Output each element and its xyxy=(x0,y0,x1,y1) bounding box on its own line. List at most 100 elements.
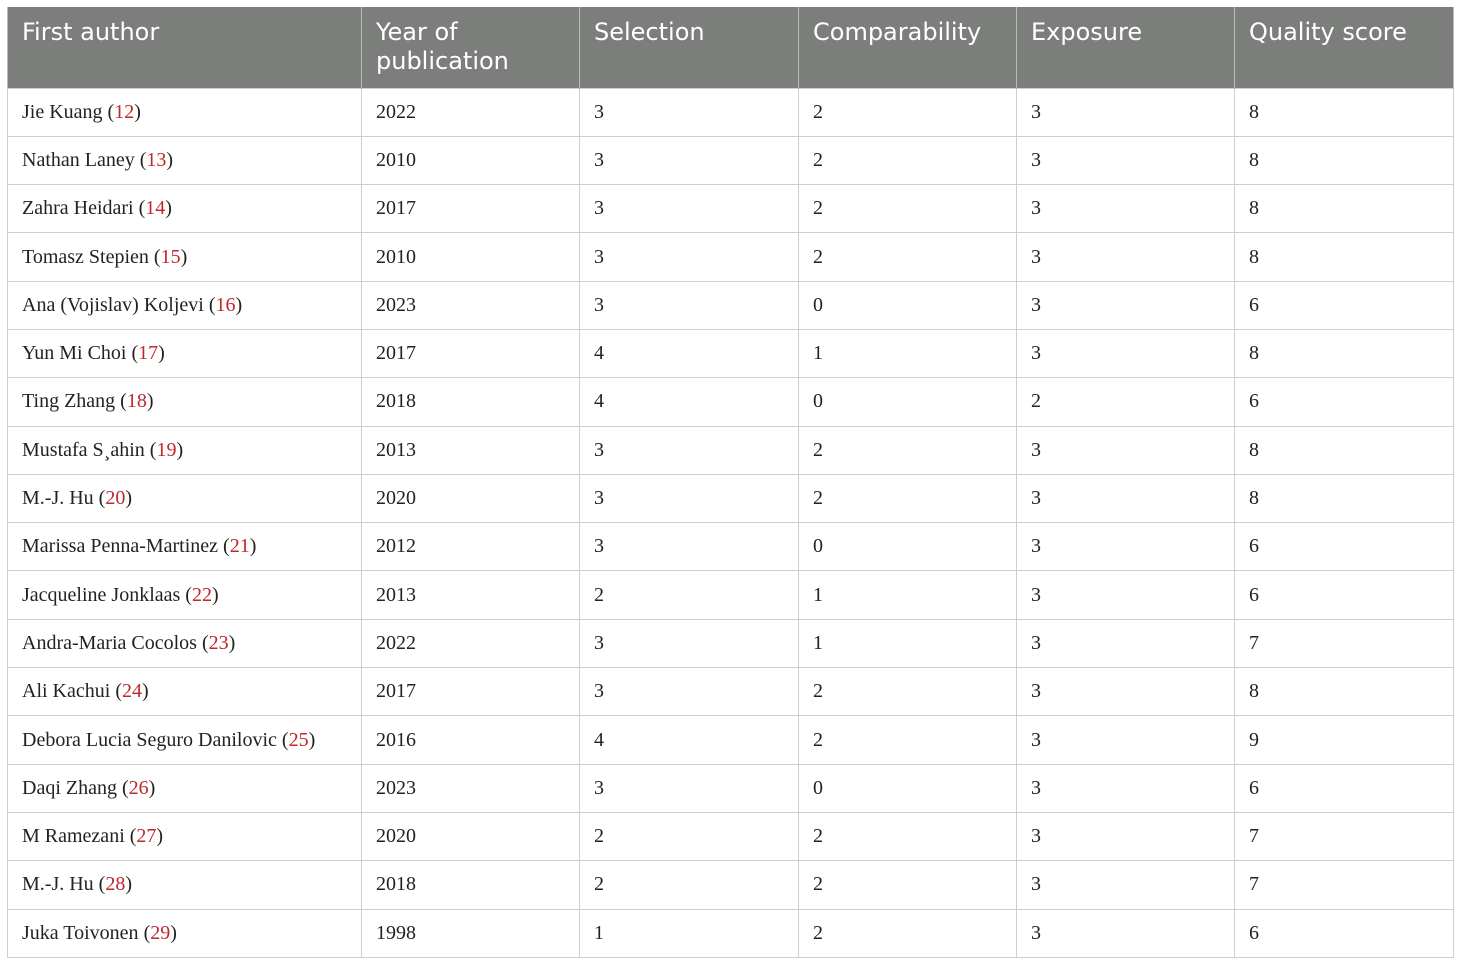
cell-exposure: 3 xyxy=(1016,618,1235,669)
cell-quality-score: 8 xyxy=(1234,473,1454,524)
cell-selection: 3 xyxy=(579,522,799,572)
cell-year: 2023 xyxy=(361,763,580,813)
table-row: Ting Zhang (18) 2018 4 0 2 6 xyxy=(7,377,1454,427)
reference-link[interactable]: 17 xyxy=(138,342,158,364)
reference-close-paren: ) xyxy=(125,873,133,896)
reference-link[interactable]: 29 xyxy=(150,922,170,944)
cell-selection: 4 xyxy=(579,715,799,765)
cell-first-author: Ana (Vojislav) Koljevi (16) xyxy=(7,280,362,330)
cell-year: 2022 xyxy=(361,87,580,137)
reference-close-paren: ) xyxy=(148,776,156,799)
reference-link[interactable]: 23 xyxy=(209,632,229,654)
reference-link[interactable]: 25 xyxy=(289,729,309,751)
reference-link[interactable]: 26 xyxy=(129,777,149,799)
cell-quality-score: 8 xyxy=(1234,232,1454,282)
cell-exposure: 3 xyxy=(1016,715,1235,765)
cell-first-author: Ting Zhang (18) xyxy=(7,377,362,427)
header-comparability: Comparability xyxy=(798,7,1017,88)
reference-link[interactable]: 21 xyxy=(230,535,250,557)
cell-quality-score: 6 xyxy=(1234,763,1454,813)
reference-close-paren: ) xyxy=(170,921,177,944)
cell-first-author: Juka Toivonen (29) xyxy=(7,908,362,958)
table-row: M.-J. Hu (28) 2018 2 2 3 7 xyxy=(7,860,1454,910)
cell-first-author: Andra-Maria Cocolos (23) xyxy=(7,618,362,669)
reference-close-paren: ) xyxy=(158,342,165,365)
reference-close-paren: ) xyxy=(146,390,154,413)
table-row: Marissa Penna-Martinez (21) 2012 3 0 3 6 xyxy=(7,522,1454,572)
cell-quality-score: 8 xyxy=(1234,135,1454,186)
table-body: Jie Kuang (12) 2022 3 2 3 8 Nathan Laney (13) 2… xyxy=(7,87,1454,958)
reference-close-paren: ) xyxy=(249,535,257,558)
table-row: Nathan Laney (13) 2010 3 2 3 8 xyxy=(7,135,1454,186)
cell-first-author: M.-J. Hu (20) xyxy=(7,473,362,524)
reference-link[interactable]: 12 xyxy=(114,101,134,123)
table-row: Mustafa S¸ahin (19) 2013 3 2 3 8 xyxy=(7,425,1454,475)
cell-year: 2017 xyxy=(361,184,580,234)
cell-quality-score: 8 xyxy=(1234,425,1454,475)
cell-exposure: 3 xyxy=(1016,473,1235,524)
cell-comparability: 2 xyxy=(798,232,1017,282)
cell-selection: 3 xyxy=(579,618,799,669)
reference-open-paren: ( xyxy=(133,197,146,220)
reference-open-paren: ( xyxy=(93,873,106,896)
cell-year: 2013 xyxy=(361,425,580,475)
cell-selection: 2 xyxy=(579,570,799,620)
reference-open-paren: ( xyxy=(144,438,157,461)
reference-link[interactable]: 16 xyxy=(216,294,236,316)
cell-exposure: 3 xyxy=(1016,908,1235,958)
reference-open-paren: ( xyxy=(180,583,192,606)
reference-open-paren: ( xyxy=(102,100,115,123)
cell-selection: 3 xyxy=(579,763,799,813)
cell-year: 2016 xyxy=(361,715,580,765)
table-row: Yun Mi Choi (17) 2017 4 1 3 8 xyxy=(7,328,1454,379)
author-name: Daqi Zhang xyxy=(22,776,117,799)
cell-comparability: 2 xyxy=(798,667,1017,717)
reference-open-paren: ( xyxy=(276,728,289,751)
cell-quality-score: 7 xyxy=(1234,618,1454,669)
cell-quality-score: 7 xyxy=(1234,811,1454,862)
quality-assessment-table: First author Year of publication Selecti… xyxy=(7,7,1454,958)
cell-comparability: 2 xyxy=(798,908,1017,958)
table-row: Debora Lucia Seguro Danilovic (25) 2016 4 2… xyxy=(7,715,1454,765)
author-name: M.-J. Hu xyxy=(22,487,94,510)
header-selection: Selection xyxy=(579,7,799,88)
reference-link[interactable]: 20 xyxy=(105,487,125,509)
reference-link[interactable]: 28 xyxy=(105,873,125,895)
reference-link[interactable]: 19 xyxy=(156,439,176,461)
cell-comparability: 2 xyxy=(798,811,1017,862)
cell-selection: 4 xyxy=(579,377,799,427)
header-row: First author Year of publication Selecti… xyxy=(7,7,1454,88)
table-header: First author Year of publication Selecti… xyxy=(7,7,1454,88)
cell-exposure: 3 xyxy=(1016,184,1235,234)
cell-first-author: M.-J. Hu (28) xyxy=(7,860,362,910)
reference-close-paren: ) xyxy=(166,148,174,171)
table-row: Jacqueline Jonklaas (22) 2013 2 1 3 6 xyxy=(7,570,1454,620)
reference-close-paren: ) xyxy=(125,487,133,510)
cell-year: 2013 xyxy=(361,570,580,620)
table-row: Daqi Zhang (26) 2023 3 0 3 6 xyxy=(7,763,1454,813)
reference-link[interactable]: 24 xyxy=(122,680,142,702)
cell-comparability: 0 xyxy=(798,522,1017,572)
reference-link[interactable]: 22 xyxy=(192,584,212,606)
cell-first-author: Zahra Heidari (14) xyxy=(7,184,362,234)
author-name: Jacqueline Jonklaas xyxy=(22,583,181,606)
reference-link[interactable]: 14 xyxy=(145,197,165,219)
cell-comparability: 1 xyxy=(798,570,1017,620)
reference-link[interactable]: 15 xyxy=(161,246,181,268)
cell-year: 2020 xyxy=(361,811,580,862)
author-name: Ana (Vojislav) Koljevi xyxy=(22,293,204,316)
reference-close-paren: ) xyxy=(176,438,184,461)
cell-quality-score: 6 xyxy=(1234,522,1454,572)
reference-open-paren: ( xyxy=(116,776,129,799)
reference-link[interactable]: 27 xyxy=(136,825,156,847)
cell-exposure: 3 xyxy=(1016,522,1235,572)
cell-quality-score: 7 xyxy=(1234,860,1454,910)
cell-selection: 3 xyxy=(579,667,799,717)
reference-link[interactable]: 18 xyxy=(127,390,147,412)
cell-year: 2012 xyxy=(361,522,580,572)
reference-link[interactable]: 13 xyxy=(146,149,166,171)
cell-comparability: 2 xyxy=(798,715,1017,765)
table-row: Tomasz Stepien (15) 2010 3 2 3 8 xyxy=(7,232,1454,282)
cell-selection: 3 xyxy=(579,473,799,524)
reference-open-paren: ( xyxy=(196,631,209,654)
